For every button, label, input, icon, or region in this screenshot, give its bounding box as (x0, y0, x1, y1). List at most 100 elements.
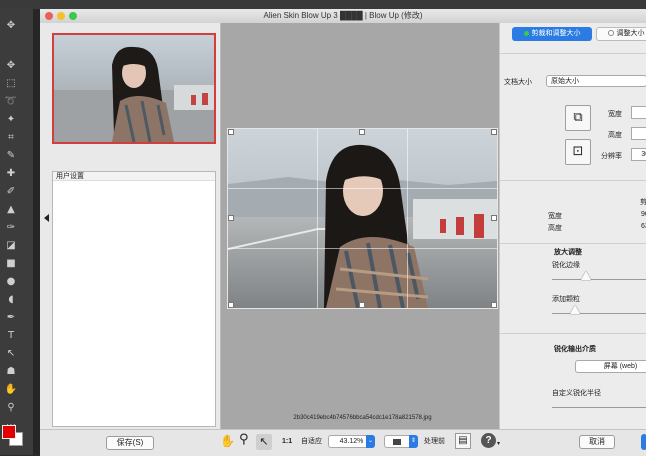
title-bar: Alien Skin Blow Up 3 ████ | Blow Up (修改) (40, 9, 646, 24)
fit-view-button[interactable]: 自适应 (301, 436, 322, 448)
help-icon[interactable]: ? (481, 433, 496, 448)
magic-wand-icon[interactable]: ✦ (4, 113, 18, 127)
crop-select-tool-icon[interactable]: ↖ (256, 434, 272, 450)
window-title: Alien Skin Blow Up 3 ████ | Blow Up (修改) (263, 11, 423, 20)
hand-tool-icon[interactable]: ✋ (4, 383, 18, 397)
crop-to-size-icon[interactable]: ⊡ (565, 139, 591, 165)
crop-handle[interactable] (491, 302, 497, 308)
cancel-button[interactable]: 取消 (579, 435, 615, 449)
zoom-value: 43.12% (339, 438, 364, 445)
doc-size-select[interactable]: 原始大小 (546, 75, 646, 87)
sharpen-edges-track[interactable] (552, 279, 646, 280)
add-grain-slider[interactable] (569, 305, 580, 314)
custom-sharpen-radius-track[interactable] (552, 407, 646, 408)
presets-list[interactable]: 用户设置 (52, 171, 216, 427)
view-mode-select[interactable]: ⇕ (384, 435, 418, 448)
tab-resize[interactable]: 调整大小 (596, 27, 646, 41)
save-button[interactable]: 保存(S) (106, 436, 154, 450)
tab-crop-resize[interactable]: 剪裁和调整大小 (512, 27, 592, 41)
lasso-tool-icon[interactable]: ➰ (4, 95, 18, 109)
brush-tool-icon[interactable]: ✐ (4, 185, 18, 199)
grid-line (317, 129, 318, 308)
shape-tool-icon[interactable]: ☗ (4, 365, 18, 379)
width-label: 宽度 (608, 111, 622, 118)
sharpen-output-title: 锐化输出介质 (554, 346, 596, 353)
width-input[interactable]: 960 (631, 106, 646, 119)
left-panel: 用户设置 (40, 23, 221, 429)
before-processing-label[interactable]: 处理前 (424, 436, 445, 448)
grid-line (228, 248, 497, 249)
resolution-label: 分辨率 (601, 153, 622, 160)
crop-height-value: 639 (641, 223, 646, 230)
crop-handle[interactable] (228, 302, 234, 308)
tab-status-dot (523, 30, 529, 36)
stamp-tool-icon[interactable]: ▲ (4, 203, 18, 217)
gradient-tool-icon[interactable]: ■ (4, 257, 18, 271)
sharpen-edges-label: 锐化边缘 (552, 262, 580, 269)
dodge-tool-icon[interactable]: ◖ (4, 293, 18, 307)
bottom-bar: 保存(S) ✋ ⚲ ↖ 1:1 自适应 43.12% ⌄ ⇕ 处理前 ▤ ? ▾ … (40, 429, 646, 456)
ok-button[interactable] (641, 434, 646, 450)
blur-tool-icon[interactable]: ● (4, 275, 18, 289)
sharpen-edges-slider[interactable] (581, 271, 592, 280)
split-view-icon[interactable]: ▤ (455, 433, 471, 449)
height-input[interactable]: 639 (631, 127, 646, 140)
history-brush-icon[interactable]: ✑ (4, 221, 18, 235)
crop-handle[interactable] (228, 215, 234, 221)
pen-tool-icon[interactable]: ✒ (4, 311, 18, 325)
crop-handle[interactable] (228, 129, 234, 135)
hand-tool-icon[interactable]: ✋ (220, 435, 235, 447)
crop-handle[interactable] (491, 129, 497, 135)
divider (500, 180, 646, 181)
add-grain-label: 添加颗粒 (552, 296, 580, 303)
zoom-select[interactable]: 43.12% ⌄ (328, 435, 375, 448)
doc-size-label: 文档大小 (504, 79, 532, 86)
path-select-icon[interactable]: ↖ (4, 347, 18, 361)
output-media-select[interactable]: 屏幕 (web)⇕ (575, 360, 646, 373)
image-filename: 2b30c419ebc4b74576bbca54cdc1e178a821578.… (293, 415, 432, 421)
resolution-input[interactable]: 300 (631, 148, 646, 161)
photoshop-rail (33, 9, 40, 455)
help-dropdown-icon[interactable]: ▾ (497, 438, 500, 450)
zoom-tool-icon[interactable]: ⚲ (4, 401, 18, 415)
crop-handle[interactable] (491, 215, 497, 221)
type-tool-icon[interactable]: T (4, 329, 18, 343)
move-tool-icon[interactable]: ✥ (4, 59, 18, 73)
tab-status-dot (607, 30, 614, 37)
eyedropper-icon[interactable]: ✎ (4, 149, 18, 163)
crop-tool-icon[interactable]: ⌗ (4, 131, 18, 145)
foreground-color-swatch[interactable] (2, 425, 16, 439)
move-tool-icon[interactable]: ✥ (4, 19, 18, 33)
photoshop-menubar (0, 0, 646, 9)
crop-height-label: 高度 (548, 225, 562, 232)
zoom-tool-icon[interactable]: ⚲ (239, 433, 249, 446)
crop-handle[interactable] (359, 129, 365, 135)
thumbnail-photo (54, 35, 214, 142)
add-grain-track[interactable] (552, 313, 646, 314)
crop-column-header: 剪裁 (640, 199, 646, 206)
navigator-thumbnail[interactable] (52, 33, 216, 144)
swap-orientation-icon[interactable]: ⧉ (565, 105, 591, 131)
preview-image[interactable] (227, 128, 498, 309)
preview-photo (228, 129, 497, 308)
zoom-dropdown-icon: ⌄ (366, 435, 375, 448)
settings-panel: 剪裁和调整大小 调整大小 文档大小 原始大小 ⧉ ⊡ 宽度 960 高度 639… (499, 23, 646, 429)
actual-size-button[interactable]: 1:1 (282, 436, 292, 448)
divider (500, 53, 646, 54)
preview-area[interactable]: 2b30c419ebc4b74576bbca54cdc1e178a821578.… (221, 23, 499, 429)
crop-width-label: 宽度 (548, 213, 562, 220)
enlarge-section-title: 放大调整 (554, 249, 582, 256)
tab-label: 剪裁和调整大小 (531, 30, 581, 37)
healing-brush-icon[interactable]: ✚ (4, 167, 18, 181)
output-media-value: 屏幕 (web) (603, 363, 638, 370)
view-mode-icon (393, 439, 401, 445)
height-label: 高度 (608, 132, 622, 139)
crop-handle[interactable] (359, 302, 365, 308)
grid-line (407, 129, 408, 308)
collapse-left-panel-icon[interactable] (44, 214, 49, 222)
view-mode-dropdown-icon: ⇕ (409, 435, 418, 448)
preset-header[interactable]: 用户设置 (53, 172, 215, 181)
eraser-tool-icon[interactable]: ◪ (4, 239, 18, 253)
marquee-tool-icon[interactable]: ⬚ (4, 77, 18, 91)
divider (500, 333, 646, 334)
